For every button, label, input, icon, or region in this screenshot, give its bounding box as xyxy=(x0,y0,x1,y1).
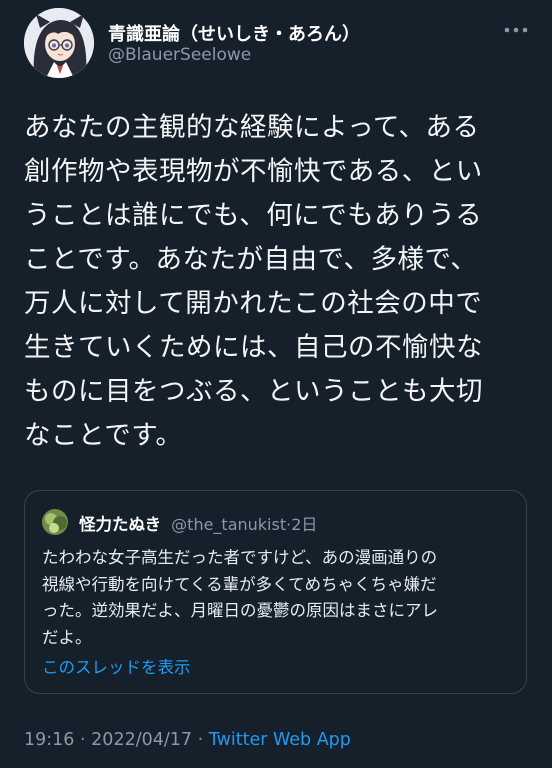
tweet-text-line: なことです。 xyxy=(24,420,183,451)
author-avatar[interactable] xyxy=(24,8,94,78)
quote-author-name[interactable]: 怪力たぬき xyxy=(79,515,161,534)
author-name[interactable]: 青識亜論（せいしき・あろん） xyxy=(108,20,360,46)
more-horizontal-icon[interactable] xyxy=(502,20,530,40)
quote-text-line: たわわな女子高生だった者ですけど、あの漫画通りの xyxy=(42,548,438,567)
quote-header: 怪力たぬき @the_tanukist·2日 xyxy=(79,511,317,535)
tweet-text-line: 創作物や表現物が不愉快である、とい xyxy=(24,156,483,187)
tweet-text-line: 生きていくためには、自己の不愉快な xyxy=(24,332,483,363)
quote-text-line: だよ。 xyxy=(42,627,92,647)
quote-text: たわわな女子高生だった者ですけど、あの漫画通りの 視線や行動を向けてくる輩が多く… xyxy=(42,545,517,651)
meta-separator: · xyxy=(80,730,86,750)
tweet-source[interactable]: Twitter Web App xyxy=(209,730,351,750)
quote-author-avatar[interactable] xyxy=(42,509,68,535)
tweet-text-line: ものに目をつぶる、ということも大切 xyxy=(24,376,483,407)
tweet: 青識亜論（せいしき・あろん） @BlauerSeelowe あなたの主観的な経験… xyxy=(0,0,552,768)
meta-separator: · xyxy=(197,730,204,750)
quoted-tweet[interactable]: 怪力たぬき @the_tanukist·2日 たわわな女子高生だった者ですけど、あ… xyxy=(24,490,527,694)
quote-text-line: った。逆効果だよ、月曜日の憂鬱の原因はまさにアレ xyxy=(42,601,438,620)
quote-author-handle[interactable]: @the_tanukist xyxy=(171,515,286,534)
tweet-text: あなたの主観的な経験によって、ある 創作物や表現物が不愉快である、とい うことは… xyxy=(24,106,534,458)
tweet-date[interactable]: 2022/04/17 xyxy=(91,730,192,750)
tweet-time[interactable]: 19:16 xyxy=(24,730,74,750)
tweet-meta: 19:16 · 2022/04/17 · Twitter Web App xyxy=(24,730,351,750)
tweet-text-line: ことです。あなたが自由で、多様で、 xyxy=(24,244,478,275)
show-thread-link[interactable]: このスレッドを表示 xyxy=(42,654,191,678)
tweet-text-line: うことは誰にでも、何にでもありうる xyxy=(24,200,483,231)
tweet-text-line: あなたの主観的な経験によって、ある xyxy=(24,112,480,143)
quote-text-line: 視線や行動を向けてくる輩が多くてめちゃくちゃ嫌だ xyxy=(42,574,437,594)
quote-age[interactable]: 2日 xyxy=(291,515,317,534)
author-handle[interactable]: @BlauerSeelowe xyxy=(108,45,251,65)
tweet-text-line: 万人に対して開かれたこの社会の中で xyxy=(24,288,483,319)
